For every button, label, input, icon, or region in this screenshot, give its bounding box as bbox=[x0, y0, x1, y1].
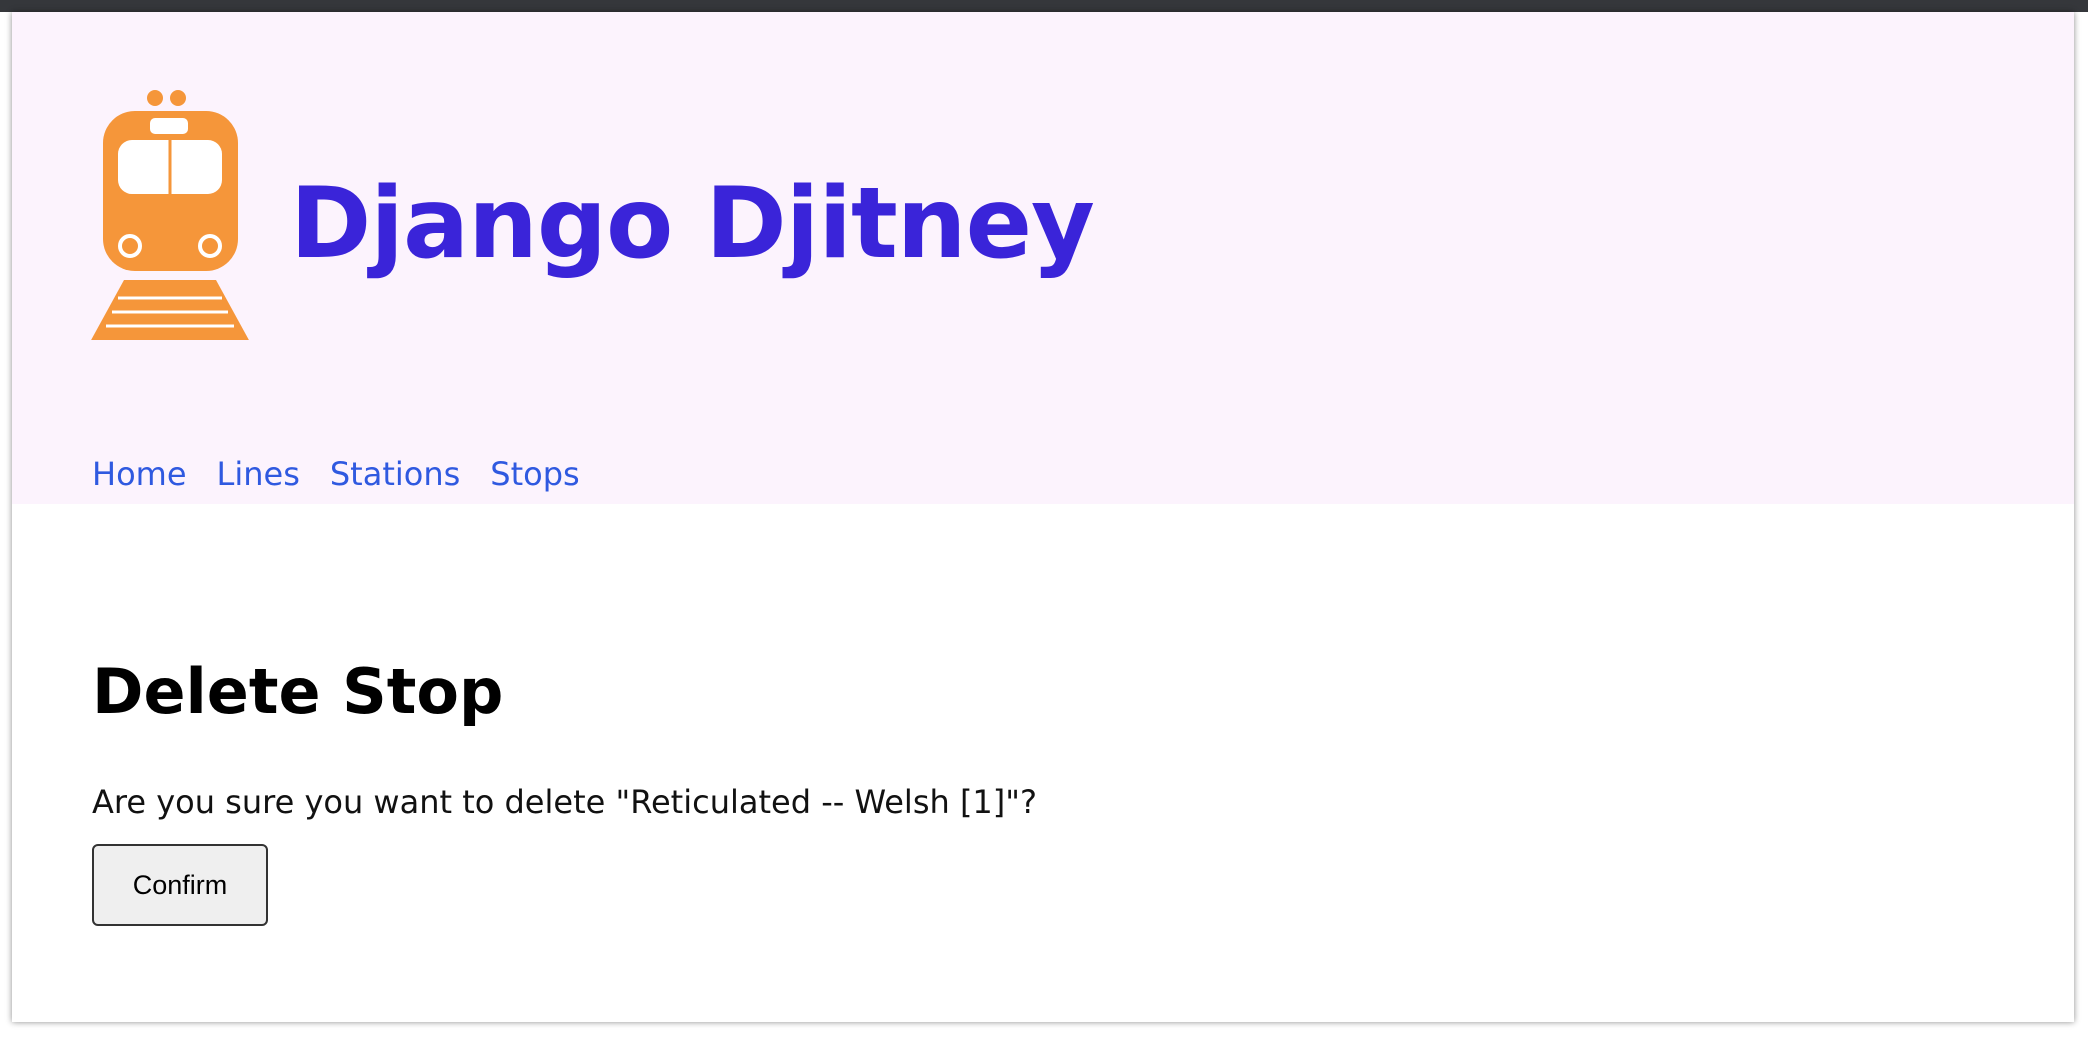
main-nav: Home Lines Stations Stops bbox=[92, 452, 580, 496]
nav-link-lines[interactable]: Lines bbox=[217, 452, 300, 496]
nav-link-stations[interactable]: Stations bbox=[330, 452, 460, 496]
nav-link-home[interactable]: Home bbox=[92, 452, 187, 496]
site-header: Django Djitney Home Lines Stations Stops bbox=[12, 12, 2074, 504]
page-heading: Delete Stop bbox=[92, 655, 504, 728]
confirm-button[interactable]: Confirm bbox=[92, 844, 268, 926]
browser-top-bar bbox=[0, 0, 2088, 12]
page-window: Django Djitney Home Lines Stations Stops… bbox=[12, 12, 2074, 1022]
nav-link-stops[interactable]: Stops bbox=[490, 452, 579, 496]
delete-confirmation-text: Are you sure you want to delete "Reticul… bbox=[92, 783, 1037, 821]
train-icon bbox=[91, 90, 249, 340]
site-title[interactable]: Django Djitney bbox=[290, 154, 1095, 294]
